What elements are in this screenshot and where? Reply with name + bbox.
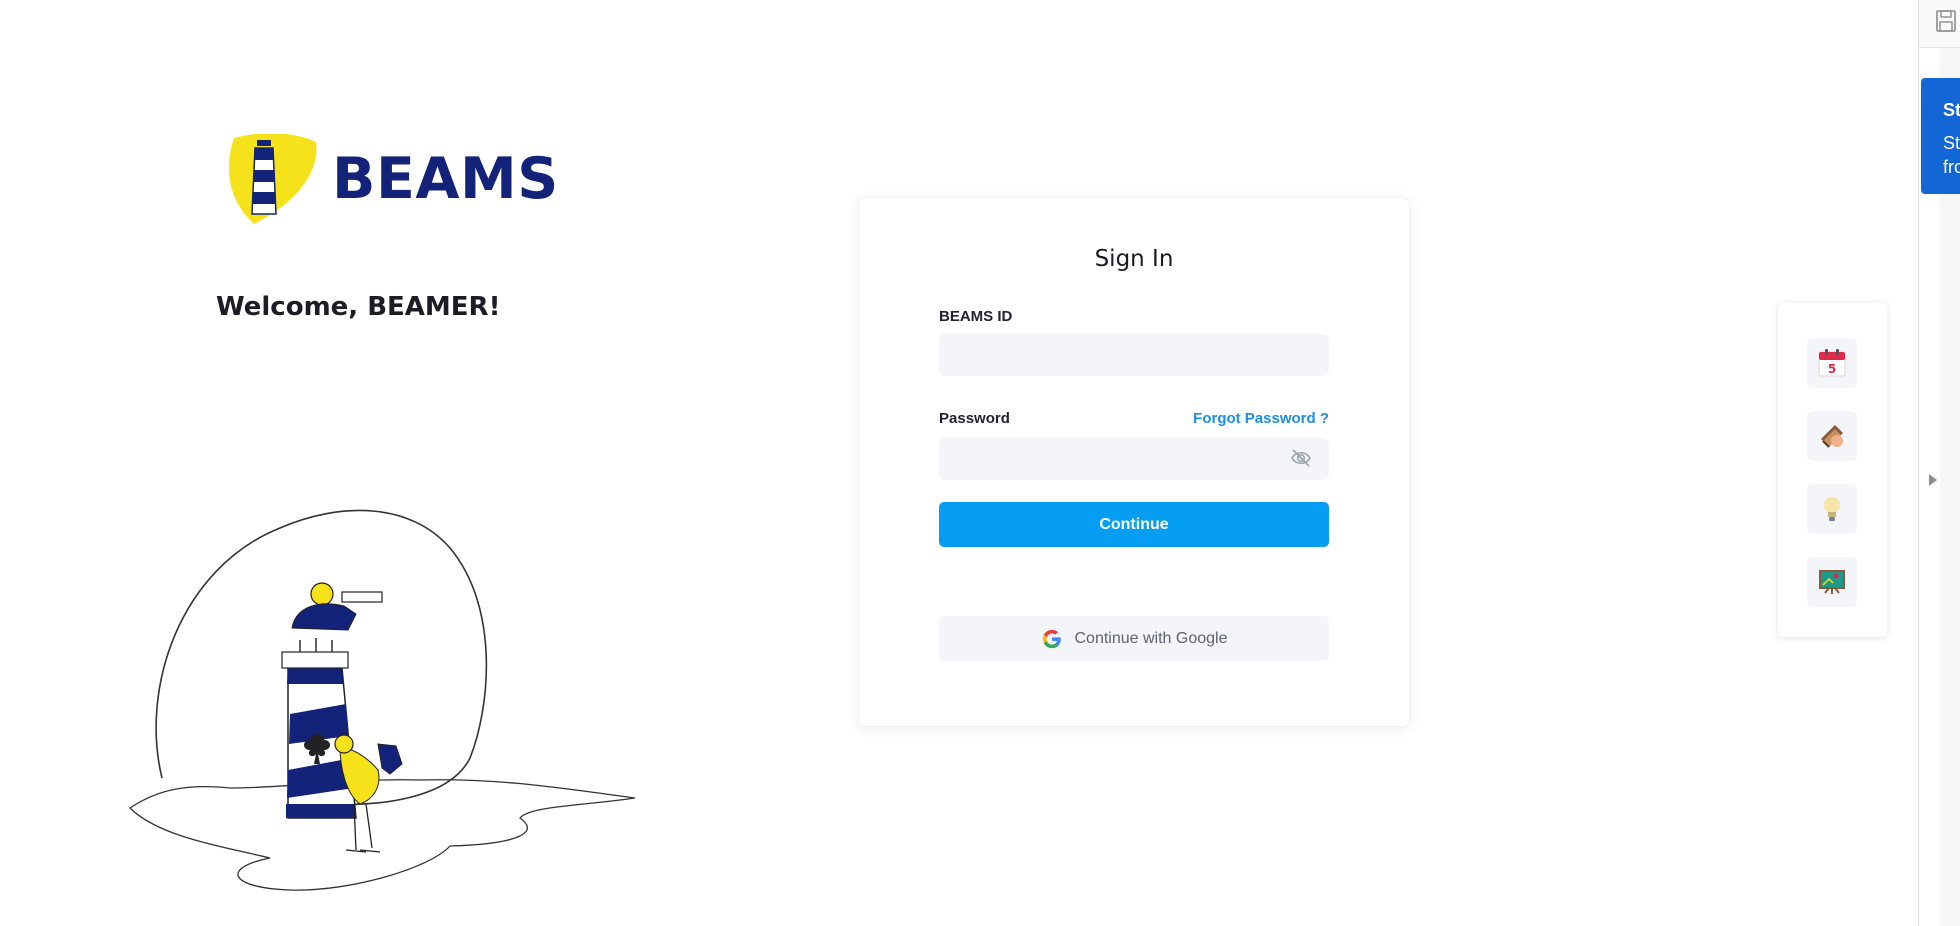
brand-logo: BEAMS — [224, 134, 559, 224]
signin-card: Sign In BEAMS ID Password Forgot Passwor… — [859, 198, 1409, 726]
continue-button[interactable]: Continue — [939, 502, 1329, 547]
password-input[interactable] — [939, 438, 1329, 480]
expand-triangle-icon[interactable] — [1927, 470, 1939, 490]
brand-name: BEAMS — [332, 145, 559, 212]
presentation-button[interactable] — [1807, 557, 1857, 607]
extension-card-text-line2: fro — [1943, 157, 1960, 177]
extension-notice-card[interactable]: St Sta fro — [1921, 78, 1960, 194]
eye-off-icon[interactable] — [1290, 448, 1312, 468]
google-button-label: Continue with Google — [1074, 629, 1228, 647]
extension-toolbar — [1919, 0, 1960, 48]
signin-title: Sign In — [1094, 246, 1174, 272]
password-label: Password — [939, 410, 1010, 427]
forgot-password-link[interactable]: Forgot Password ? — [1193, 410, 1329, 427]
extension-card-text-line1: Sta — [1943, 133, 1960, 153]
lighthouse-logo-icon — [228, 134, 317, 224]
app-root: BEAMS Welcome, BEAMER! Sign In BEAMS ID … — [0, 0, 1960, 926]
welcome-heading: Welcome, BEAMER! — [216, 292, 501, 322]
ideas-button[interactable] — [1807, 484, 1857, 534]
save-icon[interactable] — [1935, 8, 1957, 34]
calendar-button[interactable]: 5 — [1807, 338, 1857, 388]
beams-id-label: BEAMS ID — [939, 308, 1013, 325]
calendar-icon: 5 — [1818, 349, 1846, 377]
continue-with-google-button[interactable]: Continue with Google — [939, 616, 1329, 661]
learning-button[interactable] — [1807, 411, 1857, 461]
extension-card-title: St — [1943, 100, 1960, 120]
book-icon — [1821, 425, 1843, 448]
lightbulb-icon — [1824, 497, 1840, 521]
calendar-day: 5 — [1828, 362, 1836, 376]
quick-access-panel: 5 — [1778, 303, 1887, 637]
presentation-board-icon — [1819, 570, 1845, 594]
beams-id-input[interactable] — [939, 334, 1329, 376]
google-icon — [1042, 629, 1061, 648]
lighthouse-illustration — [128, 509, 636, 891]
